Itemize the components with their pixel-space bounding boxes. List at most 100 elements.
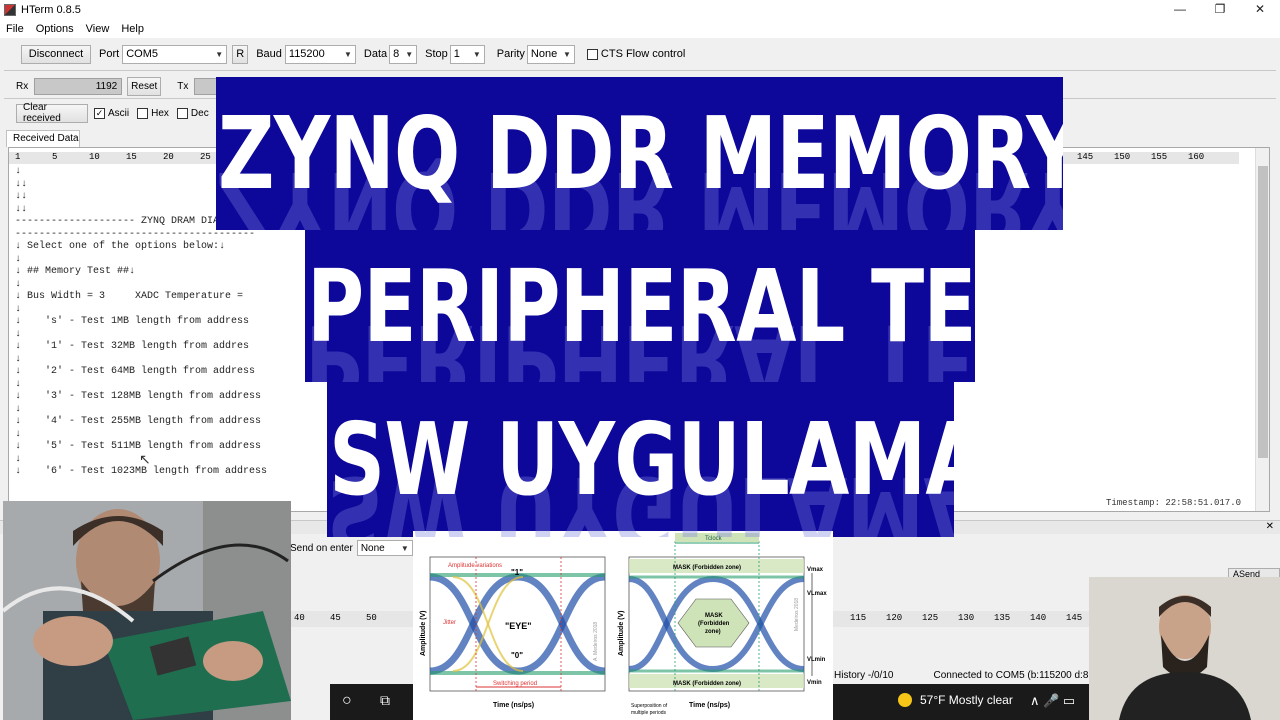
received-line: ↓ Bus Width = 3 XADC Temperature = xyxy=(15,291,250,302)
status-bar: History -/0/10 Connected to COM5 (b:1152… xyxy=(830,666,1090,684)
received-line: ↓ xyxy=(15,353,22,365)
ruler-tick-label: 160 xyxy=(1188,152,1205,162)
title-line-3: SW UYGULAMASI xyxy=(329,401,954,518)
received-line: ↓ ## Memory Test ##↓ xyxy=(15,266,136,277)
received-line: ↓ '4' - Test 255MB length from address xyxy=(15,416,262,427)
vlmin-label: VLmin xyxy=(807,657,826,663)
disconnect-button[interactable]: Disconnect xyxy=(21,44,91,64)
vmax-label: Vmax xyxy=(807,567,824,573)
restore-button[interactable]: ❐ xyxy=(1200,0,1240,20)
chevron-down-icon: ▼ xyxy=(400,543,409,553)
ascii-label: Ascii xyxy=(108,107,130,119)
minimize-button[interactable]: — xyxy=(1160,0,1200,20)
port-label: Port xyxy=(99,48,120,60)
ruler-tick-label: 145 xyxy=(1077,152,1094,162)
ruler-tick-label: 5 xyxy=(52,152,58,162)
menu-view[interactable]: View xyxy=(86,23,110,35)
system-tray-icons[interactable]: ∧ 🎤 ▭ xyxy=(1030,693,1075,709)
eye-diagram-illustration: Amplitude variations "1" "EYE" "0" Jitte… xyxy=(420,533,827,716)
menu-bar: File Options View Help xyxy=(0,20,1280,38)
webcam-right-illustration xyxy=(1089,577,1280,720)
title-banner-line-1: ZYNQ DDR MEMORY VE ZYNQ DDR MEMORY VE xyxy=(216,77,1063,230)
rx-label: Rx xyxy=(16,80,29,92)
close-icon[interactable]: ✕ xyxy=(1266,521,1274,532)
send-on-enter-select[interactable]: None ▼ xyxy=(356,540,413,556)
refresh-ports-button[interactable]: R xyxy=(232,44,249,64)
close-button[interactable]: ✕ xyxy=(1240,0,1280,20)
title-banner-line-3: SW UYGULAMASI SW UYGULAMASI xyxy=(327,382,954,537)
ascii-checkbox[interactable]: ✓ xyxy=(94,107,105,119)
mask-top-label: MASK (Forbidden zone) xyxy=(673,565,741,571)
ruler-tick-label: 120 xyxy=(886,613,903,623)
vertical-scrollbar[interactable] xyxy=(1255,148,1269,511)
ruler-tick-label: 20 xyxy=(163,152,174,162)
ruler-tick-label: 40 xyxy=(294,613,305,623)
webcam-left-image xyxy=(3,501,291,720)
menu-options[interactable]: Options xyxy=(36,23,74,35)
port-value: COM5 xyxy=(126,48,158,60)
mask-middle-label-3: zone) xyxy=(705,629,721,635)
chevron-down-icon: ▼ xyxy=(215,49,224,59)
data-bits-select[interactable]: 8 ▼ xyxy=(389,44,418,64)
chevron-down-icon: ▼ xyxy=(343,49,352,59)
right-y-axis-label: Amplitude (V) xyxy=(618,611,625,657)
tx-label: Tx xyxy=(177,80,189,92)
ruler-tick-label: 145 xyxy=(1066,613,1083,623)
superposition-label-2: multiple periods xyxy=(631,710,667,716)
history-status: History -/0/10 xyxy=(834,669,894,681)
cts-flow-checkbox[interactable] xyxy=(586,48,598,60)
hterm-app-icon xyxy=(4,4,16,16)
vmin-label: Vmin xyxy=(807,680,822,686)
title-line-1: ZYNQ DDR MEMORY VE xyxy=(218,95,1063,212)
received-line: ↓ '1' - Test 32MB length from addres xyxy=(15,341,250,352)
ruler-tick-label: 15 xyxy=(126,152,137,162)
weather-widget[interactable]: 57°F Mostly clear xyxy=(898,693,1013,707)
hex-checkbox[interactable] xyxy=(137,107,149,119)
ruler-tick-label: 10 xyxy=(89,152,100,162)
send-on-enter-value: None xyxy=(360,542,385,554)
left-watermark: A. Medeiros 2018 xyxy=(593,622,599,661)
stop-label: Stop xyxy=(425,48,448,60)
eye-label: "EYE" xyxy=(505,621,532,631)
stop-bits-value: 1 xyxy=(453,48,460,60)
title-bar: HTerm 0.8.5 — ❐ ✕ xyxy=(0,0,1280,20)
tab-received-data[interactable]: Received Data xyxy=(6,130,80,147)
menu-file[interactable]: File xyxy=(6,23,24,35)
chevron-down-icon: ▼ xyxy=(405,49,414,59)
stop-bits-select[interactable]: 1 ▼ xyxy=(449,44,485,64)
ruler-tick-label: 45 xyxy=(330,613,341,623)
title-banner-line-2: PERIPHERAL TEST PERIPHERAL TEST xyxy=(305,230,975,382)
ruler-tick-label: 135 xyxy=(994,613,1011,623)
reset-counter-button[interactable]: Reset xyxy=(127,76,162,96)
scrollbar-thumb[interactable] xyxy=(1258,166,1268,458)
ruler-tick-label: 50 xyxy=(366,613,377,623)
parity-select[interactable]: None ▼ xyxy=(526,44,575,64)
task-view-icon[interactable]: ⧉ xyxy=(380,692,390,709)
ruler-tick-label: 125 xyxy=(922,613,939,623)
vlmax-label: VLmax xyxy=(807,591,827,597)
right-watermark: Medeiros 2018 xyxy=(794,598,800,631)
baud-label: Baud xyxy=(256,48,282,60)
zero-level-label: "0" xyxy=(511,651,523,660)
menu-help[interactable]: Help xyxy=(121,23,144,35)
toolbar-divider xyxy=(4,70,1276,71)
amplitude-variations-label: Amplitude variations xyxy=(448,563,502,569)
webcam-left-illustration xyxy=(3,501,291,720)
one-level-label: "1" xyxy=(511,568,523,577)
baud-select[interactable]: 115200 ▼ xyxy=(284,44,356,64)
eye-diagram-figure: Amplitude variations "1" "EYE" "0" Jitte… xyxy=(413,531,833,720)
clear-received-button[interactable]: Clear received xyxy=(16,102,88,124)
port-select[interactable]: COM5 ▼ xyxy=(122,44,228,64)
webcam-right-image xyxy=(1089,577,1280,720)
received-line: ---------------------------------------- xyxy=(15,228,256,240)
mask-middle-label-1: MASK xyxy=(705,613,723,619)
window-title: HTerm 0.8.5 xyxy=(21,4,81,16)
weather-moon-icon xyxy=(898,693,912,707)
jitter-label: Jitter xyxy=(443,620,456,626)
search-circle-icon[interactable]: ○ xyxy=(342,692,352,710)
mask-bottom-label: MASK (Forbidden zone) xyxy=(673,681,741,687)
received-line: ↓ xyxy=(15,403,22,415)
ruler-tick-label: 1 xyxy=(15,152,21,162)
send-on-enter-label: Send on enter xyxy=(290,542,353,554)
dec-checkbox[interactable] xyxy=(176,107,188,119)
